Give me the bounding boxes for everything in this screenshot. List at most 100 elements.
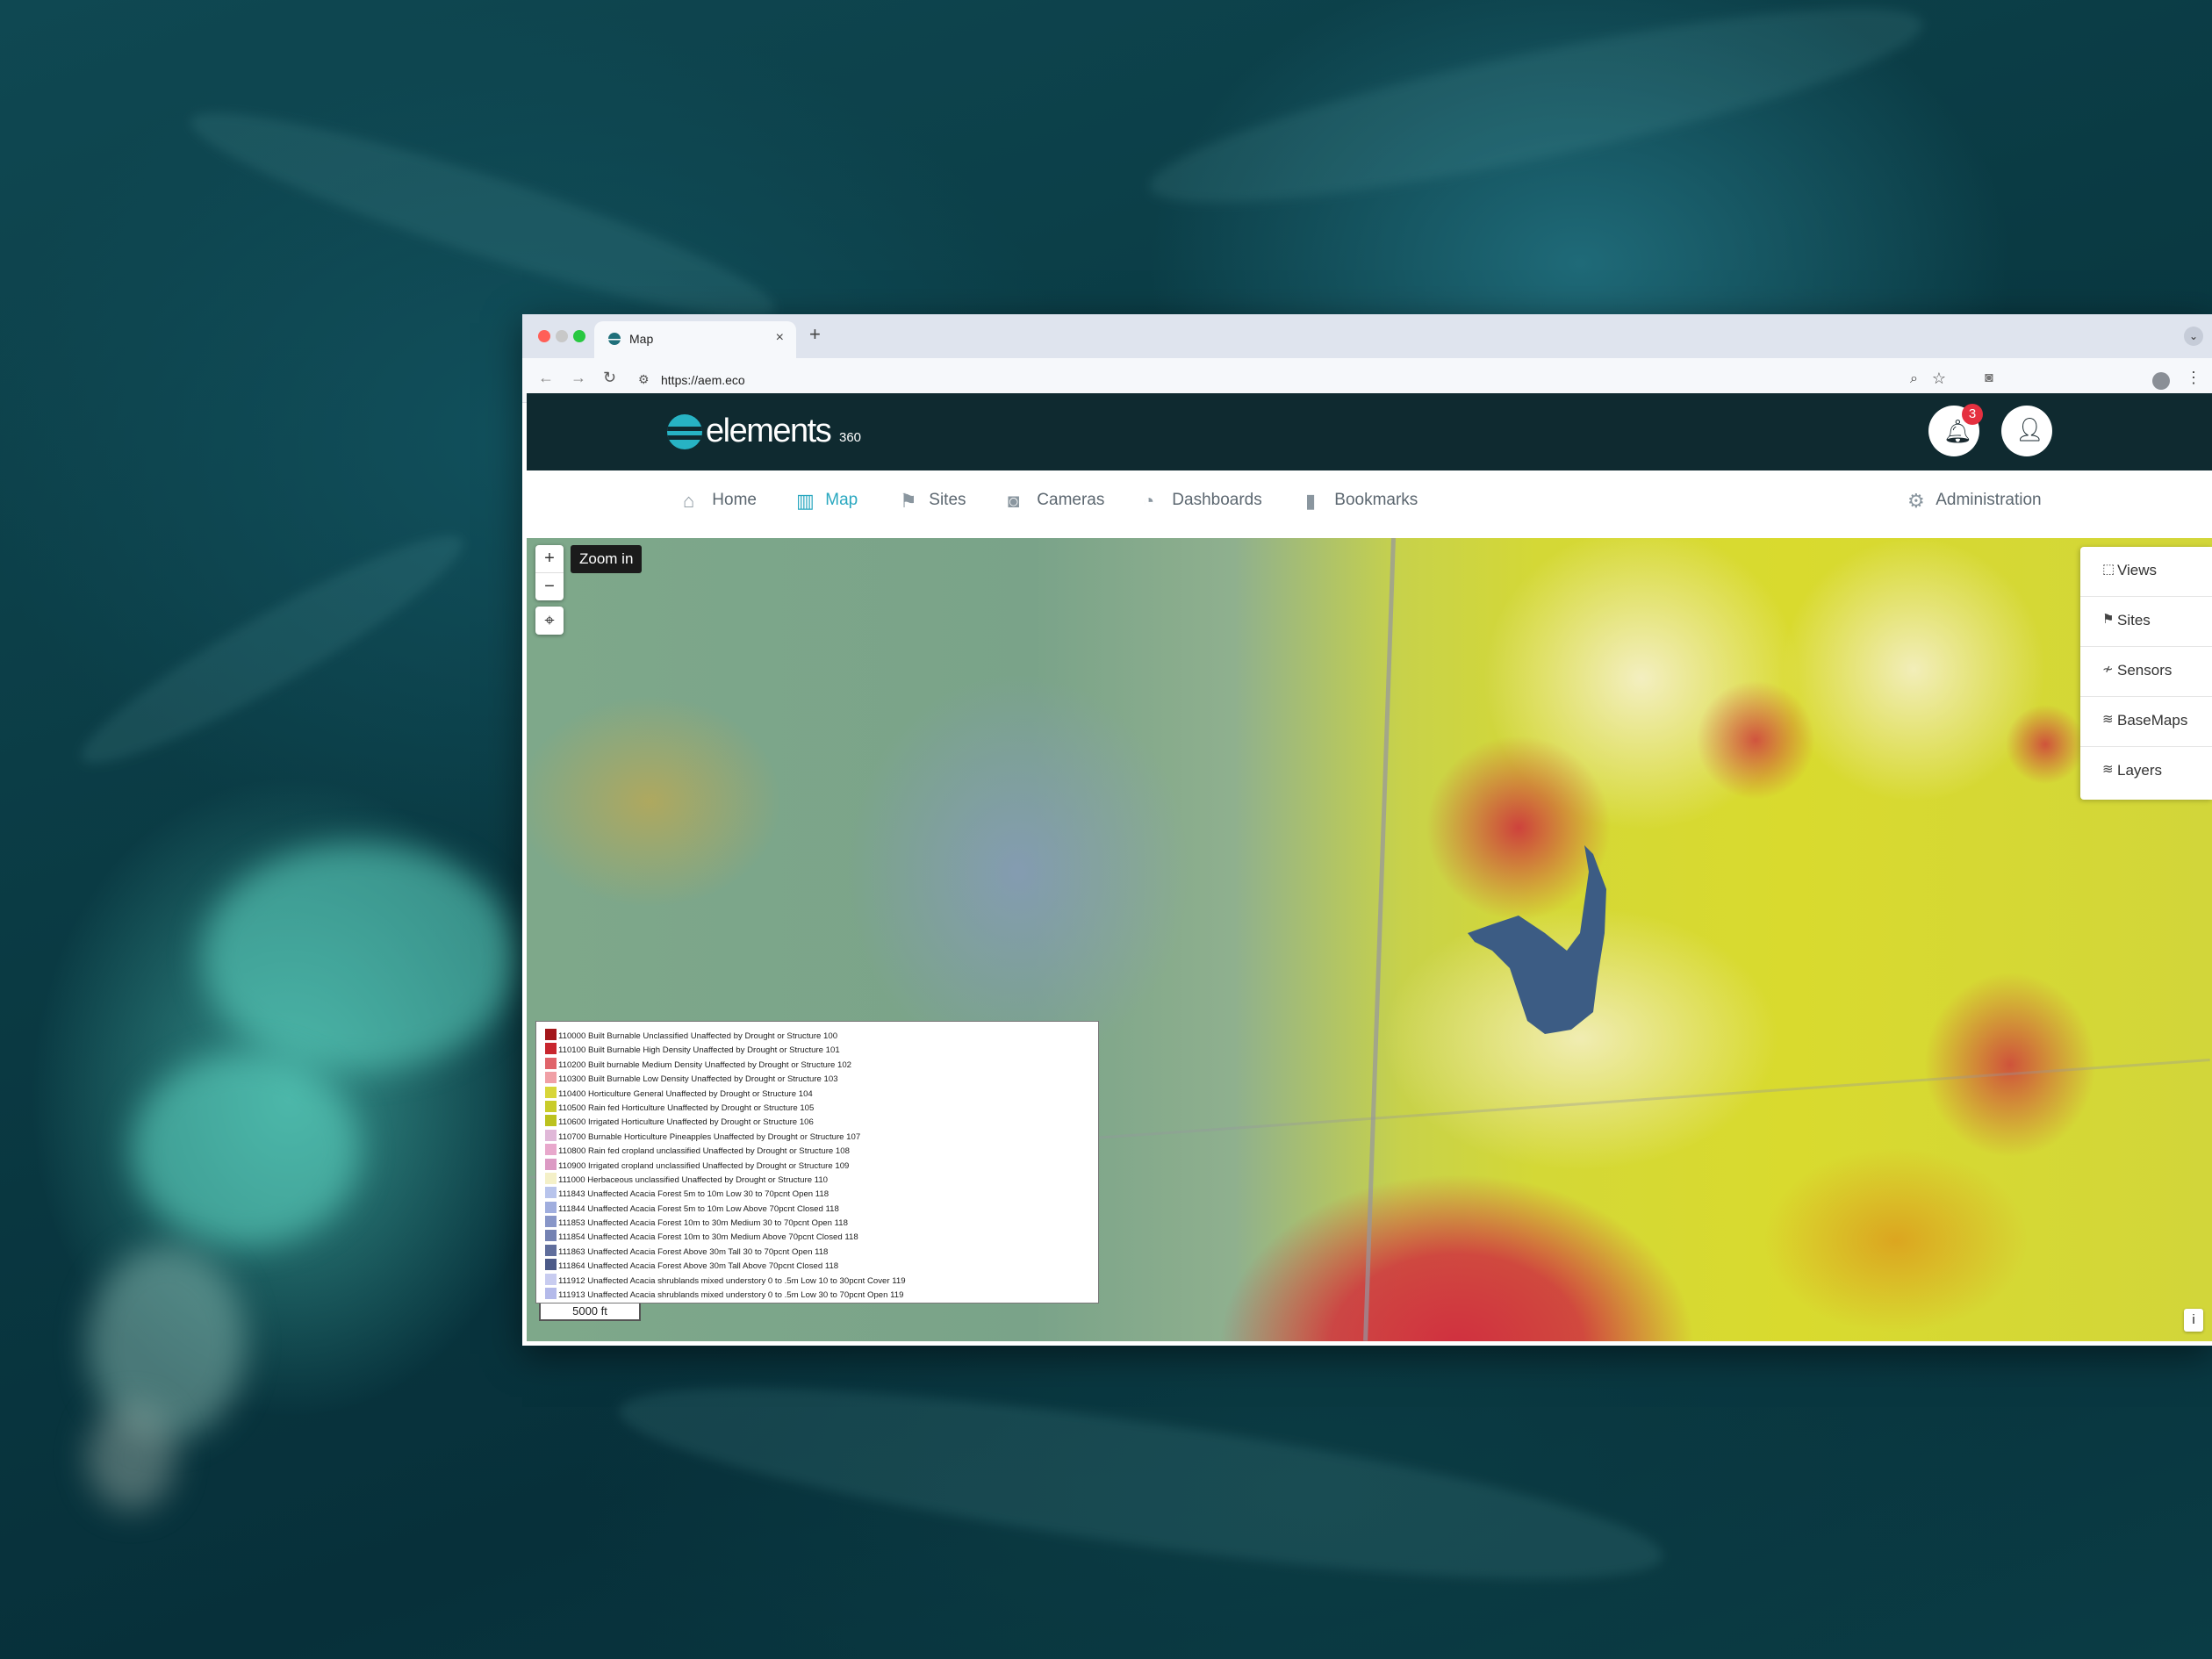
nav-administration[interactable]: ⚙ Administration bbox=[1907, 490, 2042, 516]
legend-label: 111000 Herbaceous unclassified Unaffecte… bbox=[558, 1174, 829, 1185]
nav-map[interactable]: ▥ Map bbox=[796, 490, 858, 516]
legend-label: 110900 Irrigated cropland unclassified U… bbox=[558, 1160, 850, 1171]
panel-views-label: Views bbox=[2117, 562, 2158, 578]
legend-swatch bbox=[545, 1172, 557, 1184]
legend-label: 111844 Unaffected Acacia Forest 5m to 10… bbox=[558, 1203, 839, 1214]
zoom-control: + − bbox=[535, 545, 564, 600]
panel-basemaps[interactable]: ≋ BaseMaps bbox=[2080, 697, 2212, 747]
site-info-icon[interactable]: ⚙ bbox=[638, 372, 650, 387]
legend-label: 110700 Burnable Horticulture Pineapples … bbox=[558, 1131, 861, 1142]
legend-swatch bbox=[545, 1144, 557, 1156]
legend-swatch bbox=[545, 1029, 557, 1040]
legend-item: 111863 Unaffected Acacia Forest Above 30… bbox=[536, 1244, 1098, 1259]
panel-views[interactable]: ⬚ Views bbox=[2080, 547, 2212, 597]
zoom-in-tooltip: Zoom in bbox=[571, 545, 643, 573]
gauge-icon: ◔ bbox=[1143, 490, 1155, 512]
legend-label: 110300 Built Burnable Low Density Unaffe… bbox=[558, 1074, 838, 1085]
legend-label: 110500 Rain fed Horticulture Unaffected … bbox=[558, 1102, 815, 1113]
camera-icon: ◙ bbox=[1008, 490, 1020, 512]
legend-swatch bbox=[545, 1201, 557, 1213]
new-tab-button[interactable]: + bbox=[809, 323, 821, 346]
panel-sites[interactable]: ⚑ Sites bbox=[2080, 597, 2212, 647]
tab-close-icon[interactable]: × bbox=[776, 330, 784, 346]
legend-item: 110700 Burnable Horticulture Pineapples … bbox=[536, 1129, 1098, 1144]
url-field[interactable]: ⚙ https://aem.eco ⌕ ☆ bbox=[628, 365, 1971, 395]
panel-sites-label: Sites bbox=[2117, 612, 2151, 628]
reload-button[interactable]: ↻ bbox=[603, 369, 616, 387]
legend-label: 111864 Unaffected Acacia Forest Above 30… bbox=[558, 1261, 839, 1272]
browser-tab[interactable]: Map × bbox=[594, 321, 796, 358]
panel-layers[interactable]: ≋ Layers bbox=[2080, 747, 2212, 796]
forward-button[interactable]: → bbox=[571, 369, 586, 387]
tab-bar: Map × + ⌄ bbox=[522, 314, 2212, 358]
legend-item: 110900 Irrigated cropland unclassified U… bbox=[536, 1158, 1098, 1173]
url-text: https://aem.eco bbox=[661, 373, 745, 387]
info-button[interactable]: i bbox=[2184, 1309, 2203, 1332]
legend-label: 111853 Unaffected Acacia Forest 10m to 3… bbox=[558, 1218, 848, 1229]
legend-label: 110800 Rain fed cropland unclassified Un… bbox=[558, 1146, 850, 1157]
zoom-out-button[interactable]: − bbox=[535, 573, 564, 600]
camera-icon[interactable]: ◙ bbox=[1985, 370, 1993, 386]
legend-swatch bbox=[545, 1100, 557, 1112]
panel-sensors[interactable]: ≁ Sensors bbox=[2080, 647, 2212, 697]
logo-text: elements bbox=[706, 413, 832, 449]
legend-label: 111863 Unaffected Acacia Forest Above 30… bbox=[558, 1246, 829, 1257]
legend-label: 111843 Unaffected Acacia Forest 5m to 10… bbox=[558, 1189, 830, 1200]
legend-item: 111853 Unaffected Acacia Forest 10m to 3… bbox=[536, 1216, 1098, 1230]
zoom-in-button[interactable]: + bbox=[535, 545, 564, 573]
nav-map-label: Map bbox=[825, 491, 858, 509]
profile-avatar[interactable] bbox=[2152, 372, 2170, 390]
favicon-icon bbox=[608, 333, 621, 345]
panel-basemaps-label: BaseMaps bbox=[2117, 712, 2188, 729]
notification-badge: 3 bbox=[1962, 404, 1983, 425]
gear-icon: ⚙ bbox=[1907, 490, 1925, 512]
user-menu-button[interactable]: 👤︎ bbox=[2001, 406, 2052, 456]
panel-layers-label: Layers bbox=[2117, 762, 2163, 779]
legend-swatch bbox=[545, 1043, 557, 1055]
legend-swatch bbox=[545, 1057, 557, 1069]
nav-administration-label: Administration bbox=[1936, 491, 2042, 509]
legend-label: 110100 Built Burnable High Density Unaff… bbox=[558, 1045, 840, 1056]
logo-mark-icon bbox=[667, 414, 702, 449]
nav-home-label: Home bbox=[712, 491, 757, 509]
legend-label: 111854 Unaffected Acacia Forest 10m to 3… bbox=[558, 1232, 858, 1243]
browser-menu-icon[interactable]: ⋮ bbox=[2186, 369, 2201, 387]
maximize-window-button[interactable] bbox=[573, 330, 585, 342]
flag-icon: ⚑ bbox=[900, 490, 917, 512]
legend-label: 111912 Unaffected Acacia shrublands mixe… bbox=[558, 1275, 906, 1286]
panel-sensors-label: Sensors bbox=[2117, 662, 2172, 679]
legend-item: 111864 Unaffected Acacia Forest Above 30… bbox=[536, 1259, 1098, 1273]
bookmark-star-icon[interactable]: ☆ bbox=[1932, 370, 1946, 388]
legend-item: 111843 Unaffected Acacia Forest 5m to 10… bbox=[536, 1187, 1098, 1201]
nav-sites[interactable]: ⚑ Sites bbox=[900, 490, 966, 516]
legend-label: 110200 Built burnable Medium Density Una… bbox=[558, 1059, 852, 1070]
legend-item: 110800 Rain fed cropland unclassified Un… bbox=[536, 1144, 1098, 1158]
nav-dashboards[interactable]: ◔ Dashboards bbox=[1143, 490, 1262, 516]
legend-label: 110400 Horticulture General Unaffected b… bbox=[558, 1088, 813, 1099]
minimize-window-button[interactable] bbox=[556, 330, 568, 342]
nav-home[interactable]: ⌂ Home bbox=[683, 490, 757, 516]
legend-swatch bbox=[545, 1273, 557, 1285]
legend-swatch bbox=[545, 1187, 557, 1199]
bookmark-icon: ▮ bbox=[1305, 490, 1317, 512]
zoom-icon[interactable]: ⌕ bbox=[1910, 371, 1918, 387]
close-window-button[interactable] bbox=[538, 330, 550, 342]
back-button[interactable]: ← bbox=[538, 369, 554, 387]
nav-bookmarks[interactable]: ▮ Bookmarks bbox=[1305, 490, 1418, 516]
user-icon: 👤︎ bbox=[2015, 416, 2045, 442]
app-header: elements 360 🔔︎ 3 👤︎ bbox=[527, 393, 2212, 470]
sensor-icon: ≁ bbox=[2102, 662, 2114, 677]
map-side-panel: ⬚ Views ⚑ Sites ≁ Sensors ≋ BaseMaps ≋ L… bbox=[2080, 547, 2212, 800]
locate-button[interactable]: ⌖ bbox=[535, 607, 564, 635]
legend-item: 110300 Built Burnable Low Density Unaffe… bbox=[536, 1072, 1098, 1086]
home-icon: ⌂ bbox=[683, 490, 695, 512]
legend-item: 110200 Built burnable Medium Density Una… bbox=[536, 1057, 1098, 1072]
nav-cameras[interactable]: ◙ Cameras bbox=[1008, 490, 1104, 516]
legend-swatch bbox=[545, 1115, 557, 1127]
tab-search-button[interactable]: ⌄ bbox=[2184, 327, 2203, 346]
legend-swatch bbox=[545, 1072, 557, 1084]
notifications-button[interactable]: 🔔︎ 3 bbox=[1928, 404, 1983, 456]
legend-item: 110000 Built Burnable Unclassified Unaff… bbox=[536, 1029, 1098, 1043]
map-canvas[interactable]: + − ⌖ Zoom in ⬚ Views ⚑ Sites ≁ Sensors … bbox=[527, 538, 2212, 1341]
map-legend: 110000 Built Burnable Unclassified Unaff… bbox=[535, 1021, 1099, 1304]
